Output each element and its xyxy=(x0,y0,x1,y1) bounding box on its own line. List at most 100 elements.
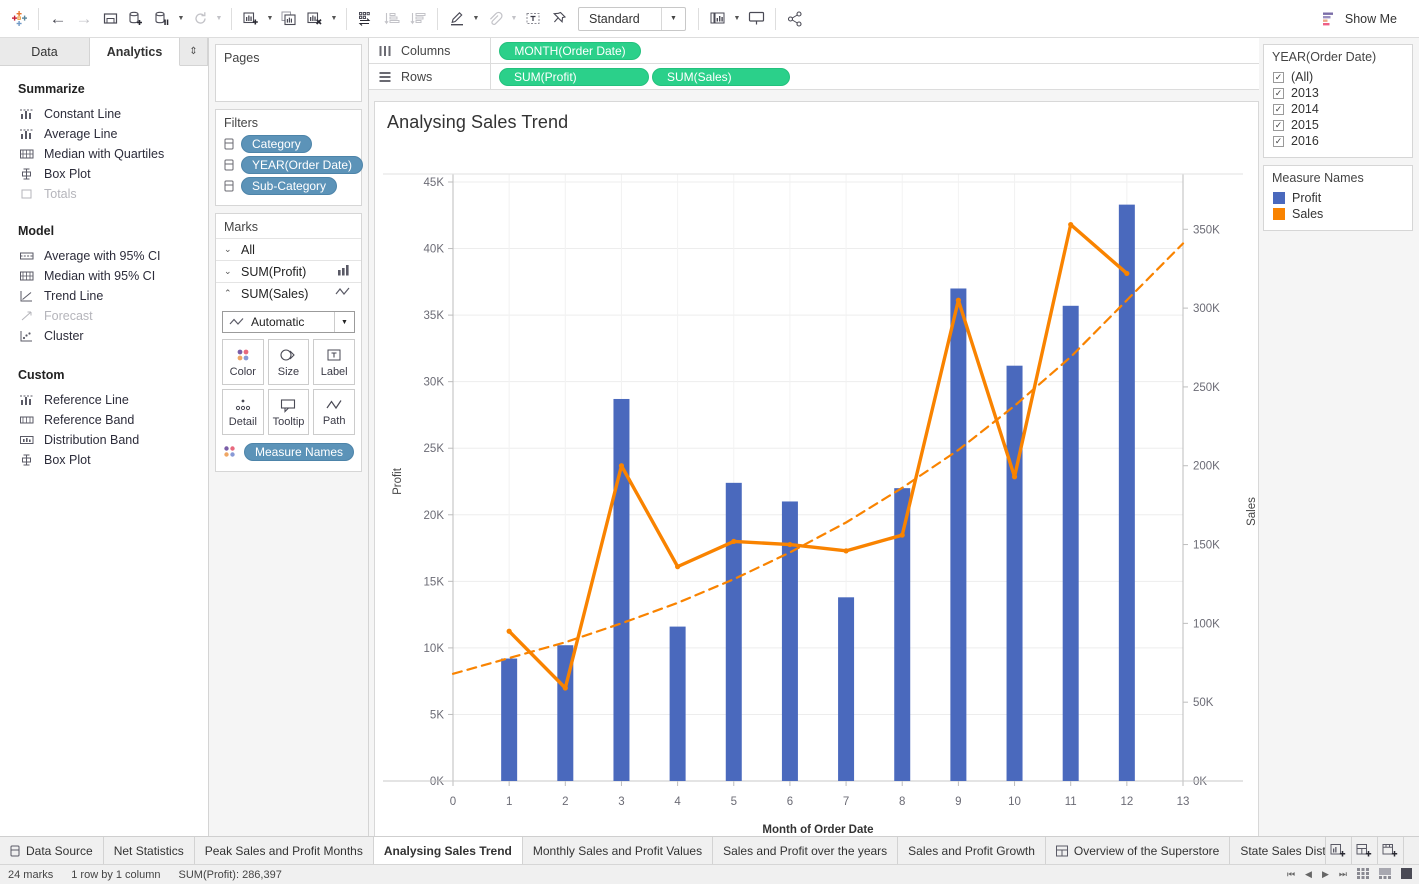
panel-resize-handle[interactable]: ⇕ xyxy=(180,38,208,65)
columns-pill-month-order-date[interactable]: MONTH(Order Date) xyxy=(499,42,641,60)
analytics-item-median-with-95-ci[interactable]: Median with 95% CI xyxy=(0,266,208,286)
highlight-icon[interactable] xyxy=(444,6,470,32)
clear-sheet-icon[interactable] xyxy=(302,6,328,32)
sales-line-point[interactable] xyxy=(956,298,961,303)
analytics-item-box-plot-custom[interactable]: Box Plot xyxy=(0,450,208,470)
analytics-item-forecast[interactable]: Forecast xyxy=(0,306,208,326)
fit-select-chevron-down-icon[interactable]: ▼ xyxy=(661,8,685,30)
analytics-item-reference-line[interactable]: Reference Line xyxy=(0,390,208,410)
filter-pill[interactable]: YEAR(Order Date) xyxy=(241,156,363,174)
clear-sheet-chevron-down-icon[interactable]: ▼ xyxy=(328,15,340,22)
bar[interactable] xyxy=(501,659,517,781)
new-worksheet-tab-button[interactable] xyxy=(1326,837,1352,864)
analytics-item-cluster[interactable]: Cluster xyxy=(0,326,208,346)
sales-line-point[interactable] xyxy=(843,548,848,553)
chevron-down-icon[interactable]: ⌄ xyxy=(224,266,234,277)
checkbox-icon[interactable]: ✓ xyxy=(1273,104,1284,115)
filter-row-sub-category[interactable]: Sub-Category xyxy=(216,176,361,197)
analytics-item-average-line[interactable]: Average Line xyxy=(0,124,208,144)
new-dashboard-tab-button[interactable] xyxy=(1352,837,1378,864)
tableau-logo-icon[interactable] xyxy=(6,6,32,32)
show-filmstrip-icon[interactable] xyxy=(1379,868,1391,882)
chevron-down-icon[interactable]: ⌄ xyxy=(224,244,234,255)
sales-line-point[interactable] xyxy=(675,564,680,569)
sheet-tab-peak-sales-and-profit-months[interactable]: Peak Sales and Profit Months xyxy=(195,837,374,864)
sheet-tab-monthly-sales-and-profit-values[interactable]: Monthly Sales and Profit Values xyxy=(523,837,713,864)
sales-line-point[interactable] xyxy=(563,685,568,690)
chart-svg[interactable]: 0K5K10K15K20K25K30K35K40K45K0K50K100K150… xyxy=(375,137,1419,835)
marks-label-button[interactable]: Label xyxy=(313,339,355,385)
sheet-tab-data-source[interactable]: Data Source xyxy=(0,837,104,864)
year-filter-item-2013[interactable]: ✓2013 xyxy=(1264,85,1412,101)
show-me-button[interactable]: Show Me xyxy=(1322,11,1413,26)
pause-updates-chevron-down-icon[interactable]: ▼ xyxy=(175,15,187,22)
marks-tooltip-button[interactable]: Tooltip xyxy=(268,389,310,435)
new-story-tab-button[interactable] xyxy=(1378,837,1404,864)
sales-line[interactable] xyxy=(509,225,1127,688)
columns-shelf[interactable]: Columns MONTH(Order Date) xyxy=(369,38,1259,64)
bar[interactable] xyxy=(613,399,629,781)
marks-color-button[interactable]: Color xyxy=(222,339,264,385)
analytics-item-totals[interactable]: Totals xyxy=(0,184,208,204)
analytics-item-median-with-quartiles[interactable]: Median with Quartiles xyxy=(0,144,208,164)
mark-type-chevron-down-icon[interactable]: ▼ xyxy=(334,312,354,332)
analytics-item-average-with-95-ci[interactable]: Average with 95% CI xyxy=(0,246,208,266)
mark-type-select[interactable]: Automatic ▼ xyxy=(222,311,355,333)
show-sheet-icon[interactable] xyxy=(1401,868,1413,882)
chevron-up-icon[interactable]: ⌃ xyxy=(224,288,234,299)
analytics-item-reference-band[interactable]: Reference Band xyxy=(0,410,208,430)
marks-row-sum-profit[interactable]: ⌄ SUM(Profit) xyxy=(216,260,361,282)
analytics-item-constant-line[interactable]: Constant Line xyxy=(0,104,208,124)
marks-detail-button[interactable]: Detail xyxy=(222,389,264,435)
pin-icon[interactable] xyxy=(546,6,572,32)
save-icon[interactable] xyxy=(97,6,123,32)
show-grid-icon[interactable] xyxy=(1357,868,1369,882)
next-page-icon[interactable]: ▶ xyxy=(1322,869,1329,880)
analytics-item-trend-line[interactable]: Trend Line xyxy=(0,286,208,306)
bar[interactable] xyxy=(950,288,966,781)
sales-line-point[interactable] xyxy=(787,542,792,547)
highlight-chevron-down-icon[interactable]: ▼ xyxy=(470,15,482,22)
refresh-chevron-down-icon[interactable]: ▼ xyxy=(213,15,225,22)
sales-line-point[interactable] xyxy=(507,629,512,634)
sales-line-point[interactable] xyxy=(1068,222,1073,227)
sheet-tab-sales-and-profit-growth[interactable]: Sales and Profit Growth xyxy=(898,837,1046,864)
presentation-mode-icon[interactable] xyxy=(743,6,769,32)
last-page-icon[interactable]: ⏭ xyxy=(1339,869,1347,880)
show-hide-cards-chevron-down-icon[interactable]: ▼ xyxy=(731,15,743,22)
sheet-tab-net-statistics[interactable]: Net Statistics xyxy=(104,837,195,864)
bar[interactable] xyxy=(1007,366,1023,781)
year-filter-item-2015[interactable]: ✓2015 xyxy=(1264,117,1412,133)
marks-size-button[interactable]: Size xyxy=(268,339,310,385)
bar[interactable] xyxy=(1063,306,1079,781)
paperclip-chevron-down-icon[interactable]: ▼ xyxy=(508,15,520,22)
bar[interactable] xyxy=(670,627,686,781)
sales-line-point[interactable] xyxy=(1012,474,1017,479)
rows-shelf[interactable]: Rows SUM(Profit) SUM(Sales) xyxy=(369,64,1259,90)
tab-data[interactable]: Data xyxy=(0,38,90,65)
sort-descending-icon[interactable] xyxy=(405,6,431,32)
share-icon[interactable] xyxy=(782,6,808,32)
bar[interactable] xyxy=(1119,205,1135,781)
bar[interactable] xyxy=(838,597,854,781)
swap-rows-columns-icon[interactable] xyxy=(353,6,379,32)
marks-color-pill-row[interactable]: Measure Names xyxy=(216,435,361,471)
sheet-tab-overview-of-the-superstore[interactable]: Overview of the Superstore xyxy=(1046,837,1230,864)
sales-line-point[interactable] xyxy=(900,532,905,537)
year-filter-item-all[interactable]: ✓(All) xyxy=(1264,69,1412,85)
sales-line-point[interactable] xyxy=(619,463,624,468)
paperclip-icon[interactable] xyxy=(482,6,508,32)
sales-line-point[interactable] xyxy=(1124,271,1129,276)
first-page-icon[interactable]: ⏮ xyxy=(1287,869,1295,880)
sheet-tab-state-sales-dist[interactable]: State Sales Dist xyxy=(1230,837,1326,864)
filter-pill[interactable]: Sub-Category xyxy=(241,177,337,195)
measure-names-pill[interactable]: Measure Names xyxy=(244,443,354,461)
new-worksheet-icon[interactable] xyxy=(238,6,264,32)
sales-line-point[interactable] xyxy=(731,539,736,544)
analytics-item-distribution-band[interactable]: Distribution Band xyxy=(0,430,208,450)
show-hide-cards-icon[interactable] xyxy=(705,6,731,32)
fit-select[interactable]: Standard ▼ xyxy=(578,7,686,31)
marks-path-button[interactable]: Path xyxy=(313,389,355,435)
sort-ascending-icon[interactable] xyxy=(379,6,405,32)
new-data-source-icon[interactable] xyxy=(123,6,149,32)
